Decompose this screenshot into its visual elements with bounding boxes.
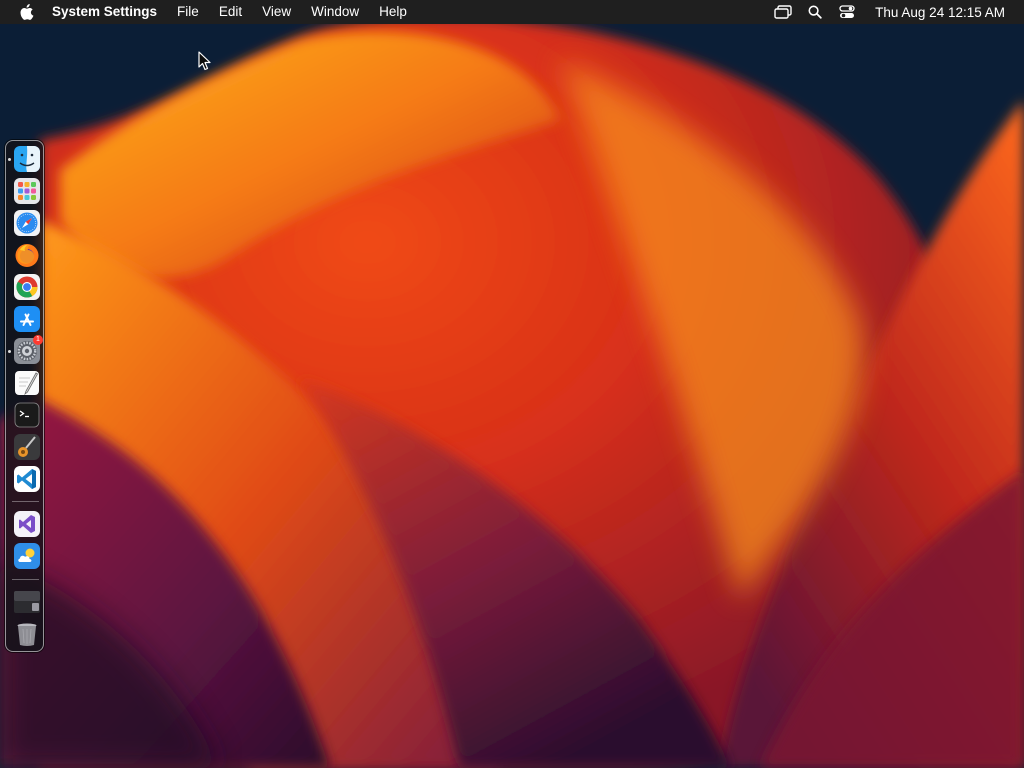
dock-divider <box>12 501 39 502</box>
menu-app-name[interactable]: System Settings <box>52 0 167 24</box>
downloads-stack-icon[interactable] <box>14 589 40 615</box>
mouse-pointer-icon <box>198 51 211 71</box>
system-settings-icon[interactable]: 1 <box>14 335 43 364</box>
control-center-icon[interactable] <box>836 0 858 24</box>
vscode-icon[interactable] <box>14 466 40 492</box>
menu-file[interactable]: File <box>167 0 209 24</box>
safari-icon[interactable] <box>14 210 40 236</box>
menu-bar-clock[interactable]: Thu Aug 24 12:15 AM <box>875 5 1005 20</box>
chrome-icon[interactable] <box>14 274 40 300</box>
desktop-wallpaper <box>0 0 1024 768</box>
finder-icon[interactable] <box>14 146 40 172</box>
weather-icon[interactable] <box>14 543 40 569</box>
app-store-icon[interactable] <box>14 306 40 332</box>
trash-icon[interactable] <box>14 621 40 647</box>
system-settings-running-indicator <box>8 350 11 353</box>
visual-studio-icon[interactable] <box>14 511 40 537</box>
system-settings-notification-badge: 1 <box>33 335 43 345</box>
menu-bar-status-area: Thu Aug 24 12:15 AM <box>767 0 1024 24</box>
menu-window[interactable]: Window <box>301 0 369 24</box>
menu-help[interactable]: Help <box>369 0 417 24</box>
menu-view[interactable]: View <box>252 0 301 24</box>
menu-bar: System Settings File Edit View Window He… <box>0 0 1024 24</box>
firefox-icon[interactable] <box>14 242 40 268</box>
dock-divider <box>12 579 39 580</box>
spotlight-search-icon[interactable] <box>804 0 826 24</box>
screen-mirroring-icon[interactable] <box>772 0 794 24</box>
apple-menu-icon[interactable] <box>18 3 36 21</box>
dock: 1 <box>5 140 44 652</box>
menu-edit[interactable]: Edit <box>209 0 252 24</box>
textedit-icon[interactable] <box>14 370 40 396</box>
instruments-icon[interactable] <box>14 434 40 460</box>
finder-running-indicator <box>8 158 11 161</box>
desktop: System Settings File Edit View Window He… <box>0 0 1024 768</box>
terminal-icon[interactable] <box>14 402 40 428</box>
launchpad-icon[interactable] <box>14 178 40 204</box>
